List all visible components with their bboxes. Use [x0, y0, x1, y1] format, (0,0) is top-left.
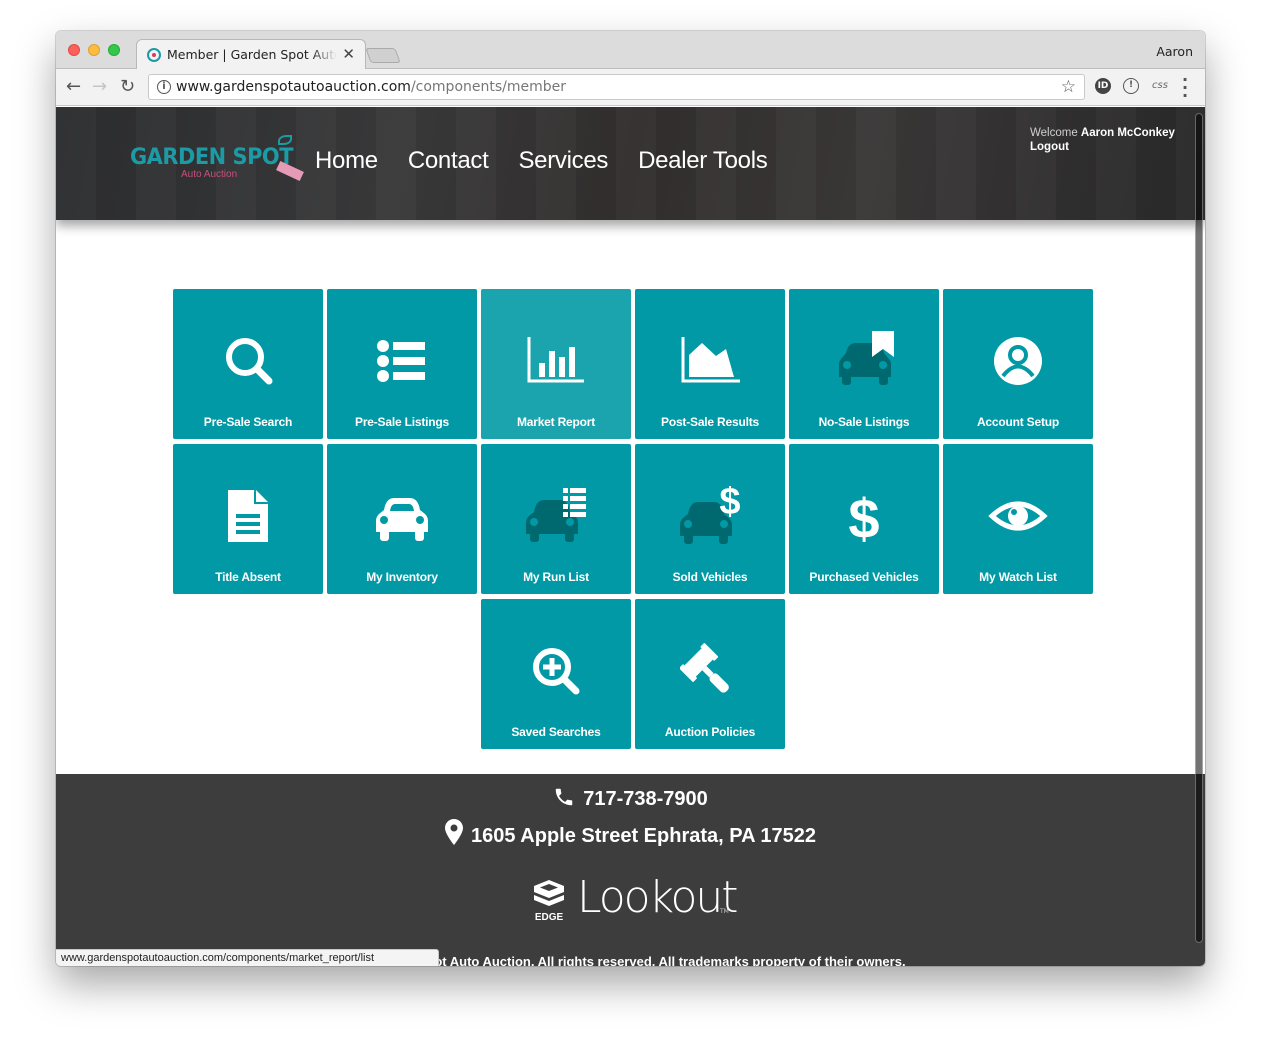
- gavel-icon: [680, 643, 729, 693]
- tile-label: My Watch List: [979, 570, 1057, 584]
- edge-lookout-logo[interactable]: EDGE Lookout TM: [532, 872, 739, 924]
- car-list-icon: [526, 488, 586, 542]
- tile-post-sale-results[interactable]: Post-Sale Results: [635, 289, 785, 439]
- nav-contact[interactable]: Contact: [408, 147, 489, 175]
- footer-phone[interactable]: 717-738-7900: [56, 786, 1205, 814]
- tile-no-sale-listings[interactable]: No-Sale Listings: [789, 289, 939, 439]
- close-window-button[interactable]: [68, 44, 80, 56]
- tile-label: Auction Policies: [664, 725, 756, 739]
- eye-icon: [988, 501, 1048, 531]
- tile-label: Purchased Vehicles: [809, 570, 919, 584]
- tile-my-run-list[interactable]: My Run List: [481, 444, 631, 594]
- nav-services[interactable]: Services: [518, 147, 608, 175]
- edge-cube-icon: EDGE: [534, 880, 564, 922]
- address-bar[interactable]: i www.gardenspotautoauction.com/componen…: [148, 74, 1085, 100]
- logout-link[interactable]: Logout: [1030, 141, 1069, 153]
- car-bookmark-icon: [839, 331, 894, 385]
- tile-label: Title Absent: [215, 570, 281, 584]
- browser-toolbar: ← → ↻ i www.gardenspotautoauction.com/co…: [56, 69, 1205, 106]
- footer-address: 1605 Apple Street Ephrata, PA 17522: [56, 819, 1205, 851]
- logo-main-text: GARDEN SPOT: [130, 145, 293, 170]
- site-footer: 717-738-7900 1605 Apple Street Ephrata, …: [56, 774, 1205, 966]
- page-viewport: GARDEN SPOT Auto Auction Home Contact Se…: [56, 107, 1205, 966]
- welcome-prefix: Welcome: [1030, 127, 1078, 139]
- tile-pre-sale-listings[interactable]: Pre-Sale Listings: [327, 289, 477, 439]
- edge-badge-text: EDGE: [535, 912, 564, 922]
- search-plus-icon: [533, 648, 580, 695]
- map-pin-icon: [445, 819, 463, 851]
- trademark-symbol: TM: [720, 908, 729, 915]
- url-host: www.gardenspotautoauction.com: [176, 79, 411, 95]
- bookmark-star-icon[interactable]: ☆: [1061, 77, 1076, 97]
- dollar-icon: $: [848, 487, 879, 546]
- close-tab-icon[interactable]: ✕: [342, 45, 355, 63]
- user-circle-icon: [994, 337, 1042, 385]
- phone-number: 717-738-7900: [583, 788, 708, 810]
- back-icon[interactable]: ←: [66, 77, 81, 97]
- nav-dealer-tools[interactable]: Dealer Tools: [638, 147, 768, 175]
- tile-label: Account Setup: [976, 415, 1060, 429]
- tile-label: My Inventory: [366, 570, 438, 584]
- phone-icon: [553, 786, 575, 814]
- extension-alert-icon[interactable]: !: [1123, 78, 1139, 94]
- area-chart-icon: [681, 337, 740, 383]
- lookout-text: Lookout: [577, 872, 739, 923]
- new-tab-button[interactable]: [365, 48, 401, 63]
- url-path: /components/member: [410, 79, 567, 95]
- tab-bar: Member | Garden Spot Auto Auction ✕ Aaro…: [56, 31, 1205, 70]
- reload-icon[interactable]: ↻: [120, 77, 135, 97]
- extension-css-icon[interactable]: css: [1149, 78, 1171, 94]
- tile-auction-policies[interactable]: Auction Policies: [635, 599, 785, 749]
- tile-my-watch-list[interactable]: My Watch List: [943, 444, 1093, 594]
- tile-label: My Run List: [523, 570, 589, 584]
- document-icon: [228, 490, 268, 542]
- status-bar-url: www.gardenspotautoauction.com/components…: [56, 949, 439, 966]
- browser-window: Member | Garden Spot Auto Auction ✕ Aaro…: [56, 31, 1205, 966]
- bar-chart-icon: [527, 337, 584, 383]
- main-nav: Home Contact Services Dealer Tools: [315, 147, 768, 175]
- tile-label: Sold Vehicles: [672, 570, 748, 584]
- svg-text:$: $: [719, 486, 740, 523]
- url-text[interactable]: www.gardenspotautoauction.com/components…: [176, 79, 566, 95]
- profile-name[interactable]: Aaron: [1156, 44, 1193, 59]
- browser-tab[interactable]: Member | Garden Spot Auto Auction ✕: [136, 39, 366, 70]
- nav-home[interactable]: Home: [315, 147, 378, 175]
- tile-label: Pre-Sale Listings: [355, 415, 449, 429]
- search-icon: [226, 338, 273, 385]
- tile-label: Market Report: [516, 415, 596, 429]
- minimize-window-button[interactable]: [88, 44, 100, 56]
- tile-purchased-vehicles[interactable]: $ Purchased Vehicles: [789, 444, 939, 594]
- logo-leaf-icon: [278, 135, 292, 145]
- tile-account-setup[interactable]: Account Setup: [943, 289, 1093, 439]
- tile-label: Saved Searches: [511, 725, 601, 739]
- tile-market-report[interactable]: Market Report: [481, 289, 631, 439]
- site-header: GARDEN SPOT Auto Auction Home Contact Se…: [56, 107, 1205, 220]
- tile-label: Post-Sale Results: [661, 415, 759, 429]
- address-text: 1605 Apple Street Ephrata, PA 17522: [471, 825, 816, 847]
- user-name: Aaron McConkey: [1080, 127, 1175, 139]
- tile-saved-searches[interactable]: Saved Searches: [481, 599, 631, 749]
- tile-label: No-Sale Listings: [818, 415, 910, 429]
- logo-sub-text: Auto Auction: [181, 169, 238, 180]
- tile-my-inventory[interactable]: My Inventory: [327, 444, 477, 594]
- maximize-window-button[interactable]: [108, 44, 120, 56]
- list-icon: [377, 340, 425, 382]
- favicon-icon: [147, 48, 161, 62]
- page-scrollbar[interactable]: [1195, 113, 1203, 943]
- svg-text:$: $: [848, 487, 879, 546]
- info-icon[interactable]: i: [157, 80, 171, 94]
- tile-label: Pre-Sale Search: [203, 415, 293, 429]
- tile-sold-vehicles[interactable]: $ Sold Vehicles: [635, 444, 785, 594]
- tile-pre-sale-search[interactable]: Pre-Sale Search: [173, 289, 323, 439]
- extension-id-icon[interactable]: ID: [1095, 78, 1111, 94]
- forward-icon[interactable]: →: [92, 77, 107, 97]
- car-dollar-icon: $: [680, 486, 740, 544]
- site-logo[interactable]: GARDEN SPOT Auto Auction: [130, 135, 305, 185]
- browser-menu-icon[interactable]: · · ·: [1180, 72, 1190, 104]
- tile-title-absent[interactable]: Title Absent: [173, 444, 323, 594]
- car-icon: [376, 498, 428, 541]
- tab-title: Member | Garden Spot Auto Auction: [167, 47, 337, 62]
- welcome-text: Welcome Aaron McConkey: [1030, 126, 1175, 141]
